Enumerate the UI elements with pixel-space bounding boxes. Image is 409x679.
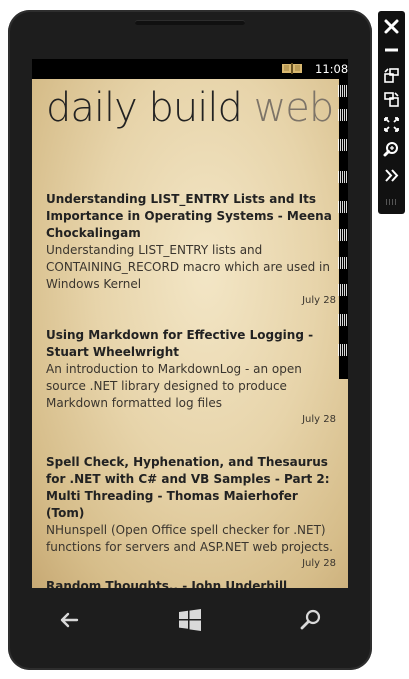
book-icon (282, 63, 302, 74)
post-title[interactable]: Random Thoughts.. - John Underhill (46, 578, 336, 588)
more-chevron-icon (385, 169, 399, 182)
close-button[interactable] (382, 17, 401, 36)
rotate-right-button[interactable] (382, 90, 401, 109)
list-item[interactable]: Understanding LIST_ENTRY Lists and Its I… (46, 191, 336, 327)
phone-screen: 11:08 daily build web Understanding LIST… (32, 59, 348, 588)
fit-to-screen-icon (384, 117, 399, 132)
list-item[interactable]: Using Markdown for Effective Logging - S… (46, 327, 336, 454)
post-list: Understanding LIST_ENTRY Lists and Its I… (46, 191, 336, 588)
list-item[interactable]: Random Thoughts.. - John Underhill (46, 578, 336, 588)
close-icon (384, 19, 399, 34)
zoom-button[interactable] (382, 140, 401, 159)
status-clock: 11:08 (315, 62, 348, 76)
zoom-icon (383, 142, 398, 157)
post-date: July 28 (302, 558, 336, 569)
minimize-button[interactable] (382, 40, 401, 59)
post-date: July 28 (302, 414, 336, 425)
search-icon (300, 609, 321, 630)
status-bar: 11:08 (32, 59, 348, 79)
more-tools-button[interactable] (382, 166, 401, 185)
post-date: July 28 (302, 295, 336, 306)
panorama-header: daily build web (46, 85, 335, 131)
hardware-nav-bar (32, 590, 348, 650)
phone-frame: 11:08 daily build web Understanding LIST… (8, 10, 372, 670)
rotate-left-button[interactable] (382, 66, 401, 85)
post-description: An introduction to MarkdownLog - an open… (46, 362, 302, 410)
post-title[interactable]: Using Markdown for Effective Logging - S… (46, 327, 336, 361)
toolbar-grip[interactable] (386, 199, 397, 205)
emulator-toolbar (378, 11, 405, 214)
back-icon (60, 612, 79, 628)
rotate-left-icon (384, 68, 399, 83)
rotate-right-icon (384, 92, 399, 107)
list-item[interactable]: Spell Check, Hyphenation, and Thesaurus … (46, 454, 336, 578)
phone-speaker (135, 20, 245, 25)
back-button[interactable] (56, 607, 82, 633)
post-description: NHunspell (Open Office spell checker for… (46, 523, 333, 554)
start-button[interactable] (177, 607, 203, 633)
panorama-next-section[interactable]: web (254, 85, 335, 131)
minimize-icon (385, 48, 398, 52)
post-title[interactable]: Understanding LIST_ENTRY Lists and Its I… (46, 191, 336, 242)
panorama-title: daily build (46, 85, 243, 131)
search-button[interactable] (298, 607, 324, 633)
post-description: Understanding LIST_ENTRY lists and CONTA… (46, 243, 330, 291)
windows-start-icon (179, 609, 201, 631)
fit-to-screen-button[interactable] (382, 115, 401, 134)
debug-overlay-strip (338, 79, 348, 379)
post-title[interactable]: Spell Check, Hyphenation, and Thesaurus … (46, 454, 336, 522)
